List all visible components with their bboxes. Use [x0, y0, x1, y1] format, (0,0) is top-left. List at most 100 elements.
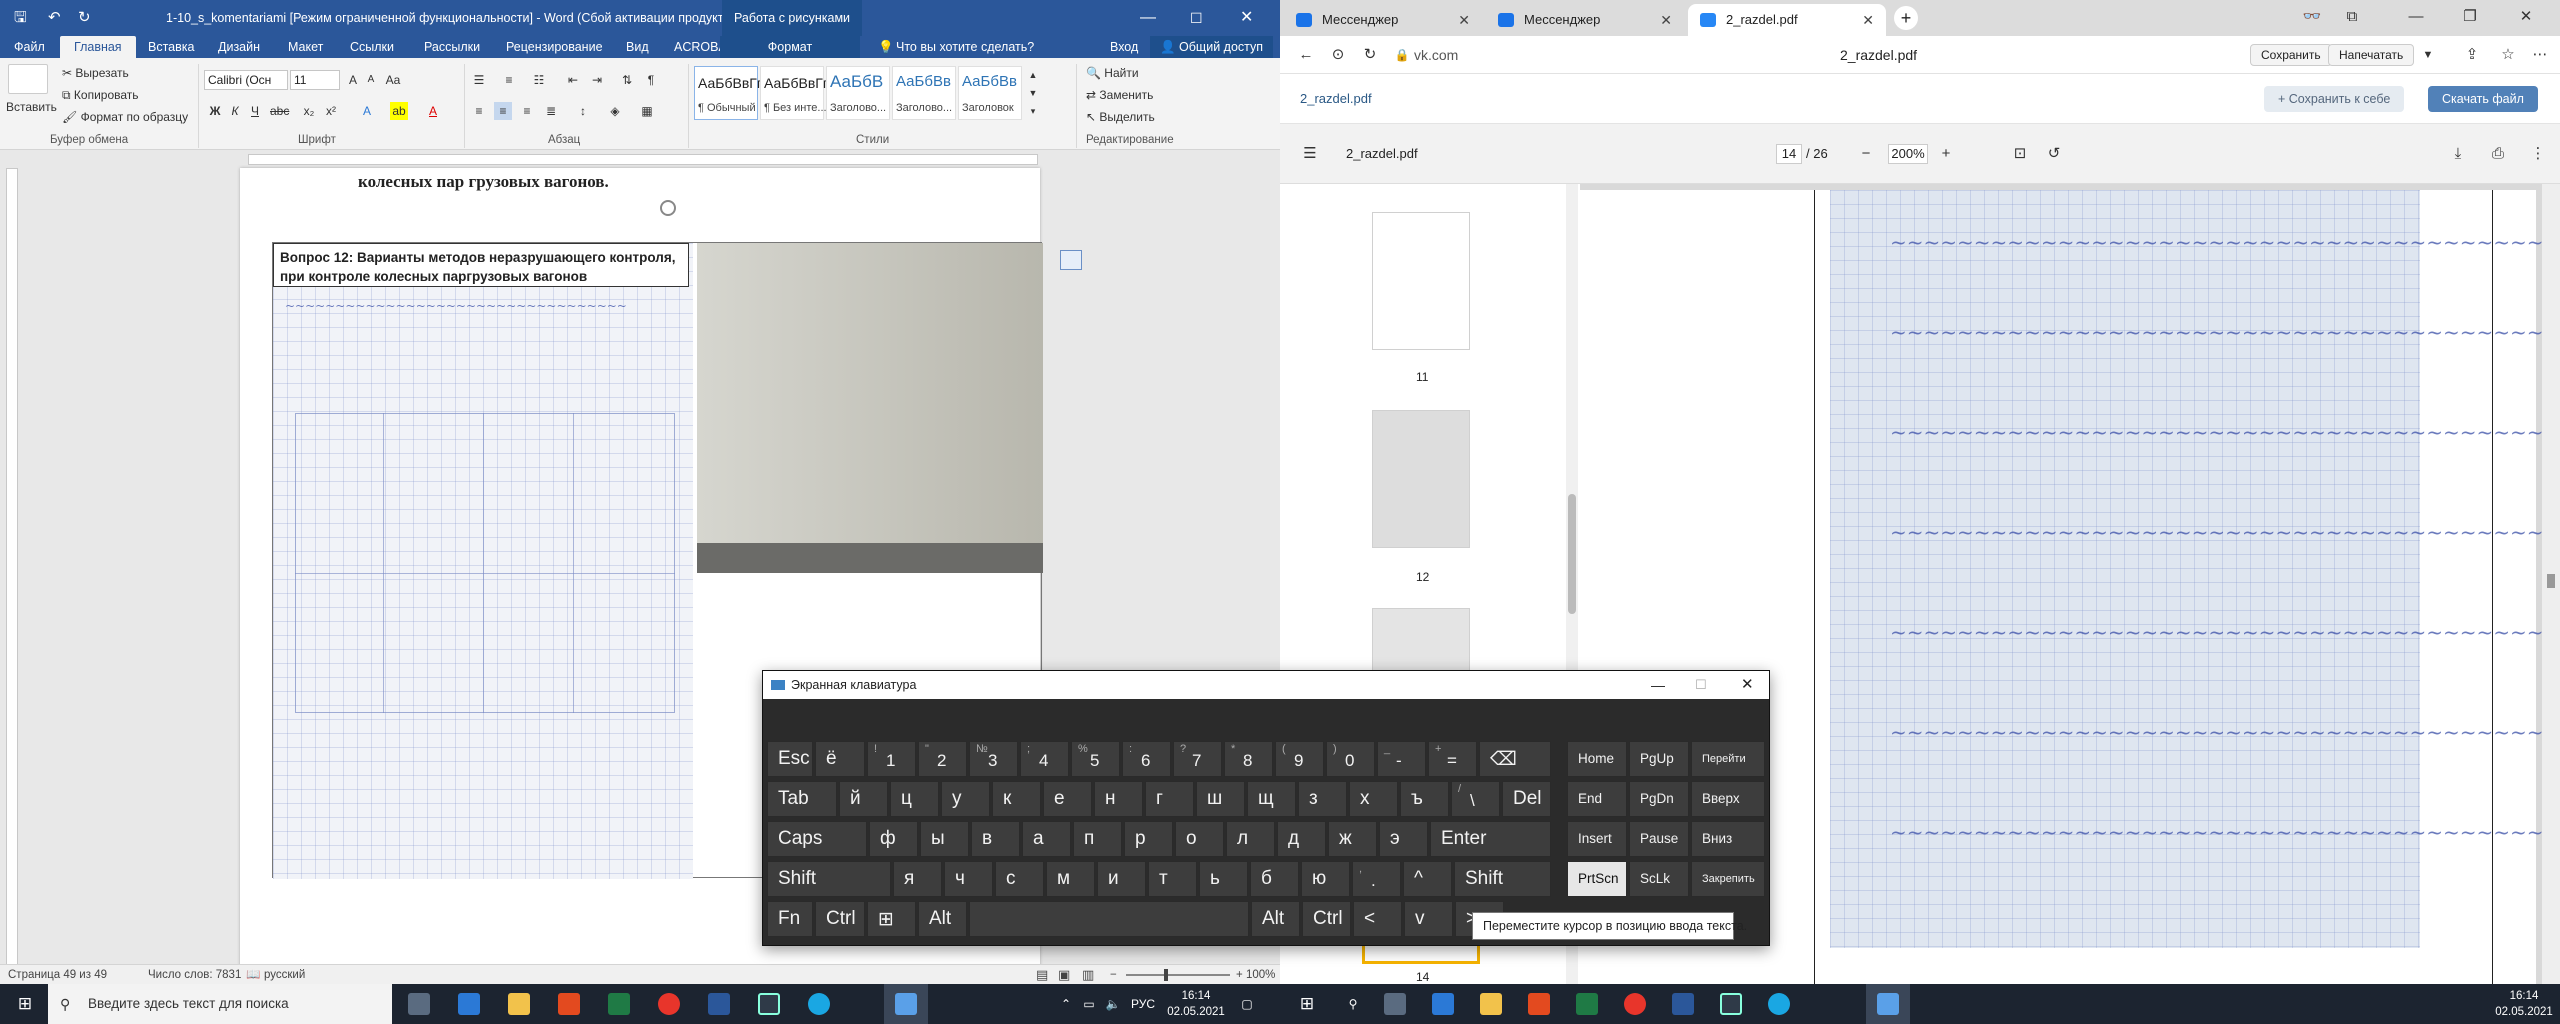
key-ts[interactable]: ц — [890, 781, 939, 817]
reload-icon[interactable]: ↻ — [1356, 36, 1384, 74]
menu-icon[interactable]: ☰ — [1296, 124, 1324, 184]
language[interactable]: русский — [264, 965, 305, 984]
key-6[interactable]: :6 — [1122, 741, 1171, 777]
tab-format[interactable]: Формат — [720, 36, 860, 58]
key-e-rev[interactable]: э — [1379, 821, 1428, 857]
layout-options-icon[interactable] — [1060, 250, 1082, 270]
shield-icon[interactable]: ⊙ — [1324, 36, 1352, 74]
zoom-slider-thumb[interactable] — [1164, 969, 1168, 981]
find-button[interactable]: 🔍 Найти — [1086, 66, 1139, 80]
tab-messenger-2[interactable]: Мессенджер ✕ — [1486, 4, 1684, 36]
tab-messenger-1[interactable]: Мессенджер ✕ — [1284, 4, 1482, 36]
close-tab-icon[interactable]: ✕ — [1660, 4, 1672, 36]
styles-scroll-up-icon[interactable]: ▲ — [1024, 66, 1042, 84]
taskbar-search-box[interactable]: ⚲ Введите здесь текст для поиска — [48, 984, 392, 1024]
key-mv-up[interactable]: Вверх — [1691, 781, 1765, 817]
key-down[interactable]: v — [1404, 901, 1453, 937]
key-soft-sign[interactable]: ь — [1199, 861, 1248, 897]
numbering-icon[interactable]: ≡ — [500, 71, 518, 89]
vk-file-name[interactable]: 2_razdel.pdf — [1300, 74, 1372, 124]
url-field[interactable]: vk.com — [1414, 36, 1458, 74]
tabs-icon[interactable]: ⧉ — [2338, 0, 2366, 35]
start-icon[interactable]: ⊞ — [1292, 984, 1322, 1024]
more-vert-icon[interactable]: ⋮ — [2524, 124, 2552, 184]
key-enter[interactable]: Enter — [1430, 821, 1551, 857]
shading-icon[interactable]: ◈ — [606, 102, 624, 120]
key-sclk[interactable]: ScLk — [1629, 861, 1689, 897]
excel-icon[interactable] — [1576, 993, 1598, 1015]
printer-icon[interactable]: ⎙ — [2484, 124, 2512, 184]
tab-file[interactable]: Файл — [14, 36, 45, 58]
style-heading2[interactable]: АаБбВв Заголово... — [892, 66, 956, 120]
download-icon[interactable]: ⤓ — [2444, 124, 2472, 184]
thumbnail-11[interactable] — [1372, 212, 1470, 350]
app-icon[interactable] — [1528, 993, 1550, 1015]
page-number-input[interactable]: 14 — [1776, 144, 1802, 164]
highlight-icon[interactable]: ab — [390, 102, 408, 120]
word-icon[interactable] — [1672, 993, 1694, 1015]
app-icon[interactable] — [758, 993, 780, 1015]
minimize-icon[interactable]: — — [1651, 671, 1665, 699]
yandex-icon[interactable] — [658, 993, 680, 1015]
key-insert[interactable]: Insert — [1567, 821, 1627, 857]
chevron-down-icon[interactable]: ▼ — [2414, 36, 2442, 74]
key-tab[interactable]: Tab — [767, 781, 837, 817]
restore-icon[interactable]: ❐ — [2456, 0, 2484, 35]
tab-view[interactable]: Вид — [626, 36, 649, 58]
redo-icon[interactable]: ↻ — [78, 0, 91, 36]
underline-button[interactable]: Ч — [246, 102, 264, 120]
key-i[interactable]: и — [1097, 861, 1146, 897]
key-up[interactable]: ^ — [1403, 861, 1452, 897]
italic-button[interactable]: К — [226, 102, 244, 120]
select-button[interactable]: ↖ Выделить — [1086, 110, 1155, 124]
network-icon[interactable]: ▭ — [1078, 984, 1100, 1024]
word-count[interactable]: Число слов: 7831 — [148, 965, 241, 984]
styles-scroll-down-icon[interactable]: ▼ — [1024, 84, 1042, 102]
key-ya[interactable]: я — [893, 861, 942, 897]
key-home[interactable]: Home — [1567, 741, 1627, 777]
key-nav[interactable]: Перейти — [1691, 741, 1765, 777]
cut-button[interactable]: ✂ Вырезать — [62, 66, 129, 80]
glasses-icon[interactable]: 👓 — [2298, 0, 2326, 35]
tab-mailings[interactable]: Рассылки — [424, 36, 480, 58]
multilevel-icon[interactable]: ☷ — [530, 71, 548, 89]
key-o[interactable]: о — [1175, 821, 1224, 857]
key-yu[interactable]: ю — [1301, 861, 1350, 897]
key-mv-down[interactable]: Вниз — [1691, 821, 1765, 857]
key-shch[interactable]: щ — [1247, 781, 1296, 817]
key-backspace[interactable]: ⌫ — [1479, 741, 1551, 777]
more-icon[interactable]: ⋯ — [2526, 36, 2554, 74]
download-button[interactable]: Скачать файл — [2428, 86, 2538, 112]
zoom-out-icon[interactable]: − — [1110, 965, 1117, 984]
align-left-icon[interactable]: ≡ — [470, 102, 488, 120]
key-r[interactable]: р — [1124, 821, 1173, 857]
grow-font-icon[interactable]: A — [344, 71, 362, 89]
close-icon[interactable]: ✕ — [1741, 671, 1754, 699]
styles-more-icon[interactable]: ▾ — [1024, 102, 1042, 120]
task-view-icon[interactable] — [1384, 993, 1406, 1015]
key-u[interactable]: у — [941, 781, 990, 817]
tab-review[interactable]: Рецензирование — [506, 36, 603, 58]
undo-icon[interactable]: ↶ — [48, 0, 61, 36]
key-3[interactable]: № 3 — [969, 741, 1018, 777]
font-size-combo[interactable]: 11 — [290, 70, 340, 90]
key-f[interactable]: ф — [869, 821, 918, 857]
explorer-icon[interactable] — [508, 993, 530, 1015]
app-icon[interactable] — [1720, 993, 1742, 1015]
format-painter-button[interactable]: 🖌 Формат по образцу — [62, 110, 188, 124]
back-icon[interactable]: ← — [1292, 36, 1320, 74]
osk-taskbar-button[interactable] — [884, 984, 928, 1024]
zoom-out-icon[interactable]: − — [1852, 124, 1880, 184]
key-end[interactable]: End — [1567, 781, 1627, 817]
yandex-icon[interactable] — [1624, 993, 1646, 1015]
key-yi[interactable]: й — [839, 781, 888, 817]
key-7[interactable]: ? 7 — [1173, 741, 1222, 777]
chevron-up-icon[interactable]: ⌃ — [1056, 984, 1076, 1024]
key-zh[interactable]: ж — [1328, 821, 1377, 857]
key-0[interactable]: ) 0 — [1326, 741, 1375, 777]
read-mode-icon[interactable]: ▤ — [1036, 965, 1048, 984]
close-icon[interactable]: ✕ — [2512, 0, 2540, 35]
paste-button[interactable]: Вставить — [6, 100, 57, 114]
key-ch[interactable]: ч — [944, 861, 993, 897]
sidebar-scroll-thumb[interactable] — [1568, 494, 1576, 614]
